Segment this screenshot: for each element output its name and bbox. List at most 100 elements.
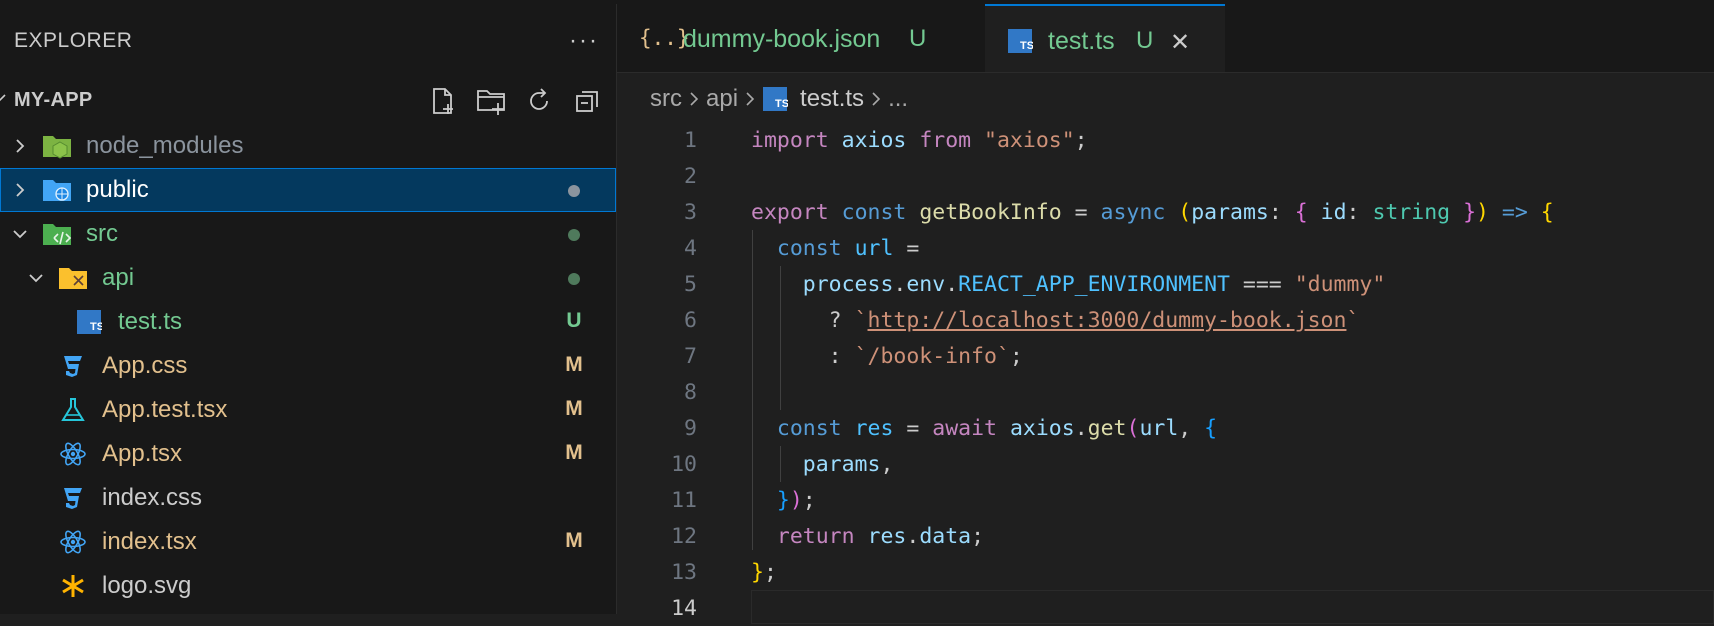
line-number: 8 — [684, 380, 697, 405]
collapse-all-icon[interactable] — [568, 84, 606, 118]
chevron-down-icon — [13, 230, 27, 239]
more-actions-icon[interactable]: ··· — [564, 27, 604, 55]
code-line: 7 : `/book-info`; — [617, 338, 1714, 374]
svg-asterisk-icon — [58, 571, 88, 601]
modified-dot-icon — [568, 273, 580, 285]
chevron-right-icon — [16, 183, 25, 197]
breadcrumb: src api TS test.ts ... — [650, 82, 908, 116]
tree-item-app-test-tsx[interactable]: App.test.tsx M — [0, 388, 616, 432]
tree-item-test-ts[interactable]: TS test.ts U — [0, 300, 616, 344]
git-status-badge: M — [565, 441, 583, 464]
typescript-file-icon: TS — [74, 307, 104, 337]
tree-item-label: index.tsx — [102, 528, 197, 555]
line-number: 2 — [684, 164, 697, 189]
tree-item-src[interactable]: src — [0, 212, 616, 256]
chevron-right-icon — [690, 92, 699, 106]
new-file-icon[interactable] — [424, 84, 462, 118]
tab-status: U — [1136, 27, 1154, 54]
line-number: 12 — [671, 524, 697, 549]
current-line-highlight — [751, 590, 1714, 624]
tree-item-logo-svg[interactable]: logo.svg — [0, 564, 616, 608]
chevron-down-icon — [29, 274, 43, 283]
code-line: 4 const url = — [617, 230, 1714, 266]
breadcrumb-item[interactable]: test.ts — [800, 85, 864, 113]
node-folder-icon — [42, 131, 72, 161]
tree-item-app-css[interactable]: App.css M — [0, 344, 616, 388]
tree-item-label: App.test.tsx — [102, 396, 228, 423]
tree-item-label: public — [86, 176, 149, 203]
editor-area: {..} dummy-book.json U TS test.ts U ✕ sr… — [617, 4, 1714, 624]
tree-item-label: node_modules — [86, 132, 244, 159]
modified-dot-icon — [568, 185, 580, 197]
chevron-right-icon — [746, 92, 755, 106]
react-icon — [58, 439, 88, 469]
tab-test-ts[interactable]: TS test.ts U ✕ — [985, 4, 1225, 72]
tree-item-label: src — [86, 220, 118, 247]
code-line: 2 — [617, 158, 1714, 194]
line-number: 6 — [684, 308, 697, 333]
code-text: const url = — [776, 236, 920, 261]
code-line: 1 import axios from "axios"; — [617, 122, 1714, 158]
tab-status: U — [909, 25, 927, 52]
tree-item-label: index.css — [102, 484, 203, 511]
svg-text:TS: TS — [90, 321, 102, 333]
line-number: 11 — [671, 488, 697, 513]
breadcrumb-item[interactable]: api — [706, 85, 738, 113]
tab-dummy-book-json[interactable]: {..} dummy-book.json U — [617, 4, 986, 72]
git-status-badge: M — [565, 397, 583, 420]
code-text: : `/book-info`; — [751, 344, 1023, 369]
section-header-my-app[interactable]: MY-APP — [0, 80, 616, 120]
tree-item-label: App.css — [102, 352, 188, 379]
git-status-badge: M — [565, 353, 583, 376]
line-number: 13 — [671, 560, 697, 585]
code-text: process.env.REACT_APP_ENVIRONMENT === "d… — [802, 272, 1386, 297]
typescript-file-icon: TS — [1007, 28, 1034, 60]
tree-item-node-modules[interactable]: node_modules — [0, 124, 616, 168]
tab-label: test.ts — [1048, 27, 1115, 55]
svg-text:TS: TS — [775, 98, 788, 110]
close-icon[interactable]: ✕ — [1170, 28, 1190, 57]
json-braces-icon: {..} — [639, 26, 690, 50]
tree-item-index-css[interactable]: index.css — [0, 476, 616, 520]
line-number: 1 — [684, 128, 697, 153]
new-folder-icon[interactable] — [472, 84, 510, 118]
refresh-icon[interactable] — [520, 84, 558, 118]
section-actions — [424, 84, 606, 118]
typescript-file-icon: TS — [763, 87, 788, 111]
breadcrumb-item[interactable]: ... — [888, 85, 908, 113]
code-line-current: 14 — [617, 590, 1714, 626]
tree-item-api[interactable]: api — [0, 256, 616, 300]
code-line: 8 — [617, 374, 1714, 410]
code-line: 11 }); — [617, 482, 1714, 518]
code-line: 6 ? `http://localhost:3000/dummy-book.js… — [617, 302, 1714, 338]
tree-item-app-tsx[interactable]: App.tsx M — [0, 432, 616, 476]
code-line: 9 const res = await axios.get(url, { — [617, 410, 1714, 446]
breadcrumb-item[interactable]: src — [650, 85, 682, 113]
line-number: 9 — [684, 416, 697, 441]
code-line: 12 return res.data; — [617, 518, 1714, 554]
code-text: import axios from "axios"; — [751, 128, 1088, 153]
code-text: ? `http://localhost:3000/dummy-book.json… — [751, 308, 1360, 333]
chevron-right-icon — [16, 139, 25, 153]
tree-item-public[interactable]: public — [0, 168, 616, 212]
line-number: 4 — [684, 236, 697, 261]
src-folder-icon — [42, 219, 72, 249]
modified-dot-icon — [568, 229, 580, 241]
git-status-badge: U — [566, 309, 582, 332]
code-text: const res = await axios.get(url, { — [776, 416, 1218, 441]
tab-icon-text: TS — [1020, 40, 1033, 52]
api-folder-icon — [58, 263, 88, 293]
css-file-icon — [58, 483, 88, 513]
line-number: 10 — [671, 452, 697, 477]
chevron-right-icon — [872, 92, 881, 106]
git-status-badge: M — [565, 529, 583, 552]
tree-item-index-tsx[interactable]: index.tsx M — [0, 520, 616, 564]
explorer-header: EXPLORER ··· — [14, 26, 604, 56]
tree-item-label: logo.svg — [102, 572, 192, 599]
tab-label: dummy-book.json — [683, 25, 881, 53]
tree-item-partial — [0, 608, 616, 614]
react-icon — [58, 527, 88, 557]
tree-item-label: test.ts — [118, 308, 183, 335]
code-line: 3 export const getBookInfo = async (para… — [617, 194, 1714, 230]
code-text: export const getBookInfo = async (params… — [751, 200, 1554, 225]
